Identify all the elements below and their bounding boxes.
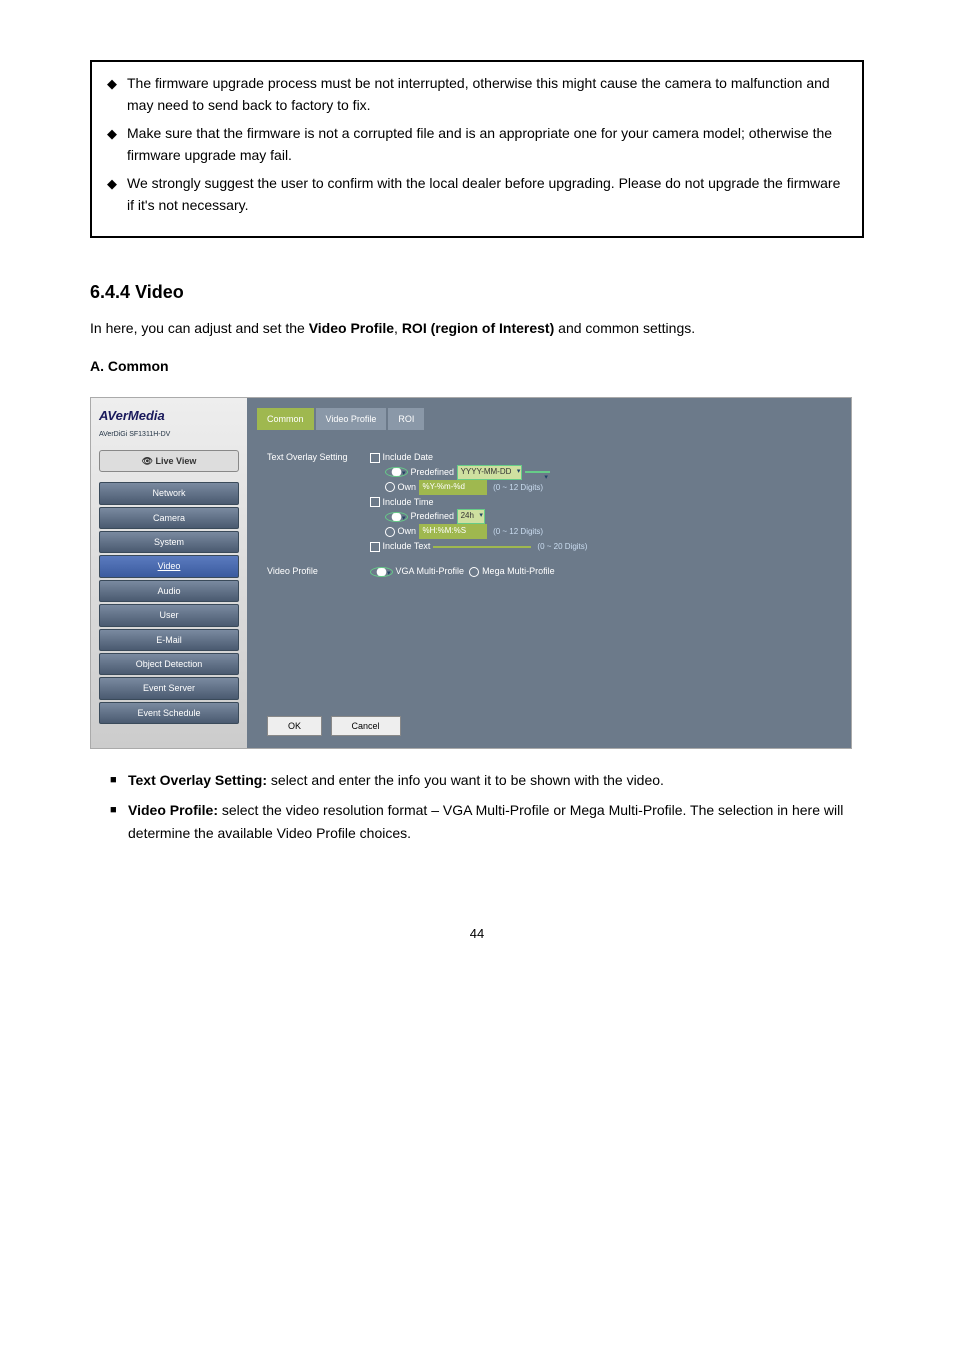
bullet-diamond: ◆ [107,124,127,145]
tab-common[interactable]: Common [257,408,314,430]
bullet-square: ■ [110,802,128,844]
section-heading: 6.4.4 Video [90,278,894,307]
warning-box: ◆ The firmware upgrade process must be n… [90,60,864,238]
brand-logo: AVerMedia [99,406,239,427]
label-text-overlay: Text Overlay Setting [267,450,367,464]
page-number: 44 [60,924,894,945]
radio-predefined-time[interactable] [385,512,408,522]
bullet-text: Text Overlay Setting: select and enter t… [128,769,864,791]
live-view-button[interactable]: 👁 Live View [99,450,239,472]
notice-text: Make sure that the firmware is not a cor… [127,122,847,167]
hint-digits: (0 ~ 12 Digits) [493,483,543,492]
checkbox-label: Include Date [383,452,434,462]
main-panel: Common Video Profile ROI Text Overlay Se… [247,398,851,748]
sidebar-item-event-schedule[interactable]: Event Schedule [99,702,239,724]
sidebar-item-video[interactable]: Video [99,555,239,577]
input-own-time[interactable]: %H:%M:%S [419,524,487,539]
subsection-heading: A. Common [90,355,894,377]
sidebar-item-network[interactable]: Network [99,482,239,504]
input-include-text[interactable] [433,546,531,548]
select-date-format[interactable]: YYYY-MM-DD [457,465,523,480]
select-dropdown-icon[interactable] [525,471,550,473]
notice-text: The firmware upgrade process must be not… [127,72,847,117]
radio-own-time[interactable] [385,527,395,537]
label-video-profile: Video Profile [267,564,367,578]
product-model: AVerDiGi SF1311H-DV [99,429,239,440]
sidebar: AVerMedia AVerDiGi SF1311H-DV 👁 Live Vie… [91,398,247,748]
tab-roi[interactable]: ROI [388,408,424,430]
bullet-square: ■ [110,772,128,791]
checkbox-label: Include Text [383,541,431,551]
bullet-diamond: ◆ [107,74,127,95]
sidebar-item-email[interactable]: E-Mail [99,629,239,651]
notice-text: We strongly suggest the user to confirm … [127,172,847,217]
checkbox-include-date[interactable] [370,453,380,463]
radio-mega-profile[interactable] [469,567,479,577]
bullet-list: ■ Text Overlay Setting: select and enter… [110,769,864,844]
sidebar-item-object-detection[interactable]: Object Detection [99,653,239,675]
sidebar-item-camera[interactable]: Camera [99,507,239,529]
sidebar-item-user[interactable]: User [99,604,239,626]
radio-predefined-date[interactable] [385,467,408,477]
bullet-text: Video Profile: select the video resoluti… [128,799,864,844]
input-own-date[interactable]: %Y-%m-%d [419,480,487,495]
sidebar-item-system[interactable]: System [99,531,239,553]
checkbox-label: Include Time [383,497,434,507]
sidebar-item-audio[interactable]: Audio [99,580,239,602]
hint-digits: (0 ~ 12 Digits) [493,527,543,536]
hint-digits: (0 ~ 20 Digits) [537,542,587,551]
radio-vga-profile[interactable] [370,567,393,577]
tab-video-profile[interactable]: Video Profile [316,408,387,430]
intro-paragraph: In here, you can adjust and set the Vide… [90,317,864,339]
cancel-button[interactable]: Cancel [331,716,401,736]
checkbox-include-time[interactable] [370,497,380,507]
radio-own-date[interactable] [385,482,395,492]
select-time-format[interactable]: 24h [457,509,485,524]
checkbox-include-text[interactable] [370,542,380,552]
sidebar-item-event-server[interactable]: Event Server [99,677,239,699]
screenshot-figure: AVerMedia AVerDiGi SF1311H-DV 👁 Live Vie… [90,397,852,749]
ok-button[interactable]: OK [267,716,322,736]
bullet-diamond: ◆ [107,174,127,195]
